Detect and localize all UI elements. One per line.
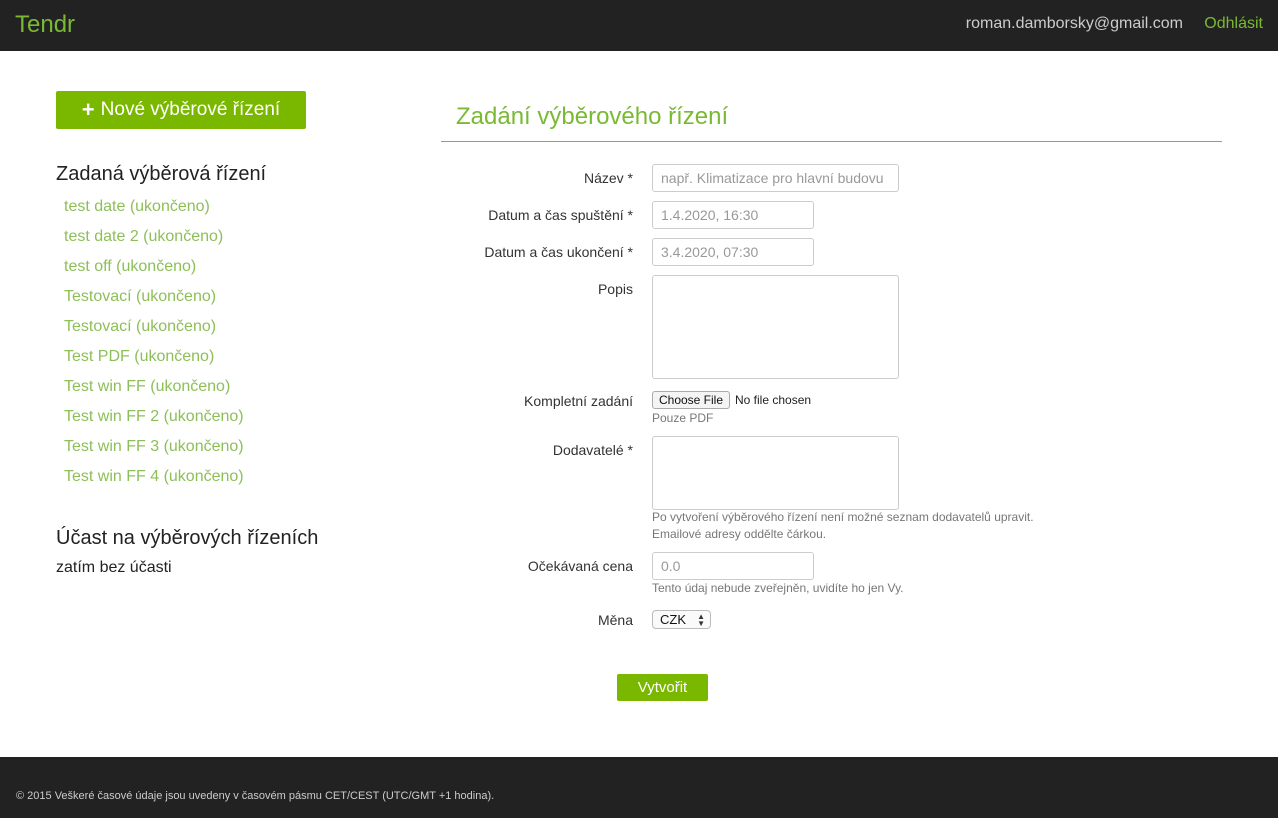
end-datetime-input[interactable]: 3.4.2020, 07:30: [652, 238, 814, 266]
suppliers-help-text: Po vytvoření výběrového řízení není možn…: [652, 510, 1034, 524]
participation-heading: Účast na výběrových řízeních: [56, 527, 319, 549]
specification-label: Kompletní zadání: [524, 393, 633, 409]
end-datetime-label: Datum a čas ukončení *: [484, 244, 633, 260]
title-divider: [441, 141, 1222, 142]
suppliers-label: Dodavatelé *: [552, 442, 633, 458]
expected-price-label: Očekávaná cena: [527, 558, 633, 574]
start-datetime-label: Datum a čas spuštění *: [488, 207, 633, 223]
form-title: Zadání výběrového řízení: [456, 103, 729, 130]
currency-select[interactable]: CZK ▲ ▼: [652, 610, 711, 629]
brand-logo[interactable]: Tendr: [15, 11, 75, 39]
tender-link[interactable]: Test PDF (ukončeno): [64, 348, 384, 378]
select-arrows-icon: ▲ ▼: [697, 612, 705, 628]
file-help-text: Pouze PDF: [652, 411, 714, 425]
tender-link[interactable]: Testovací (ukončeno): [64, 318, 384, 348]
top-navbar: Tendr roman.damborsky@gmail.com Odhlásit: [0, 0, 1278, 51]
suppliers-help-text-2: Emailové adresy oddělte čárkou.: [652, 527, 827, 541]
plus-icon: +: [81, 97, 95, 122]
choose-file-button[interactable]: Choose File: [652, 391, 730, 409]
suppliers-textarea[interactable]: [652, 436, 899, 510]
file-status-text: No file chosen: [735, 393, 812, 407]
new-tender-button-label: Nové výběrové řízení: [100, 99, 281, 120]
submitted-tenders-heading: Zadaná výběrová řízení: [56, 163, 267, 185]
name-input[interactable]: např. Klimatizace pro hlavní budovu: [652, 164, 899, 192]
user-email: roman.damborsky@gmail.com: [965, 15, 1183, 32]
expected-price-input[interactable]: 0.0: [652, 552, 814, 580]
tender-link[interactable]: Test win FF 2 (ukončeno): [64, 408, 384, 438]
new-tender-button[interactable]: + Nové výběrové řízení: [56, 91, 306, 129]
tender-link[interactable]: Test win FF 4 (ukončeno): [64, 468, 384, 498]
currency-selected-value: CZK: [660, 612, 686, 627]
logout-link[interactable]: Odhlásit: [1204, 15, 1263, 33]
start-datetime-input[interactable]: 1.4.2020, 16:30: [652, 201, 814, 229]
name-label: Název *: [583, 170, 633, 186]
description-textarea[interactable]: [652, 275, 899, 379]
price-help-text: Tento údaj nebude zveřejněn, uvidíte ho …: [652, 581, 904, 595]
create-button[interactable]: Vytvořit: [617, 674, 708, 701]
footer: © 2015 Veškeré časové údaje jsou uvedeny…: [0, 757, 1278, 818]
description-label: Popis: [597, 281, 633, 297]
participation-empty-text: zatím bez účasti: [56, 559, 172, 576]
footer-text: © 2015 Veškeré časové údaje jsou uvedeny…: [16, 790, 495, 802]
currency-label: Měna: [597, 612, 633, 628]
